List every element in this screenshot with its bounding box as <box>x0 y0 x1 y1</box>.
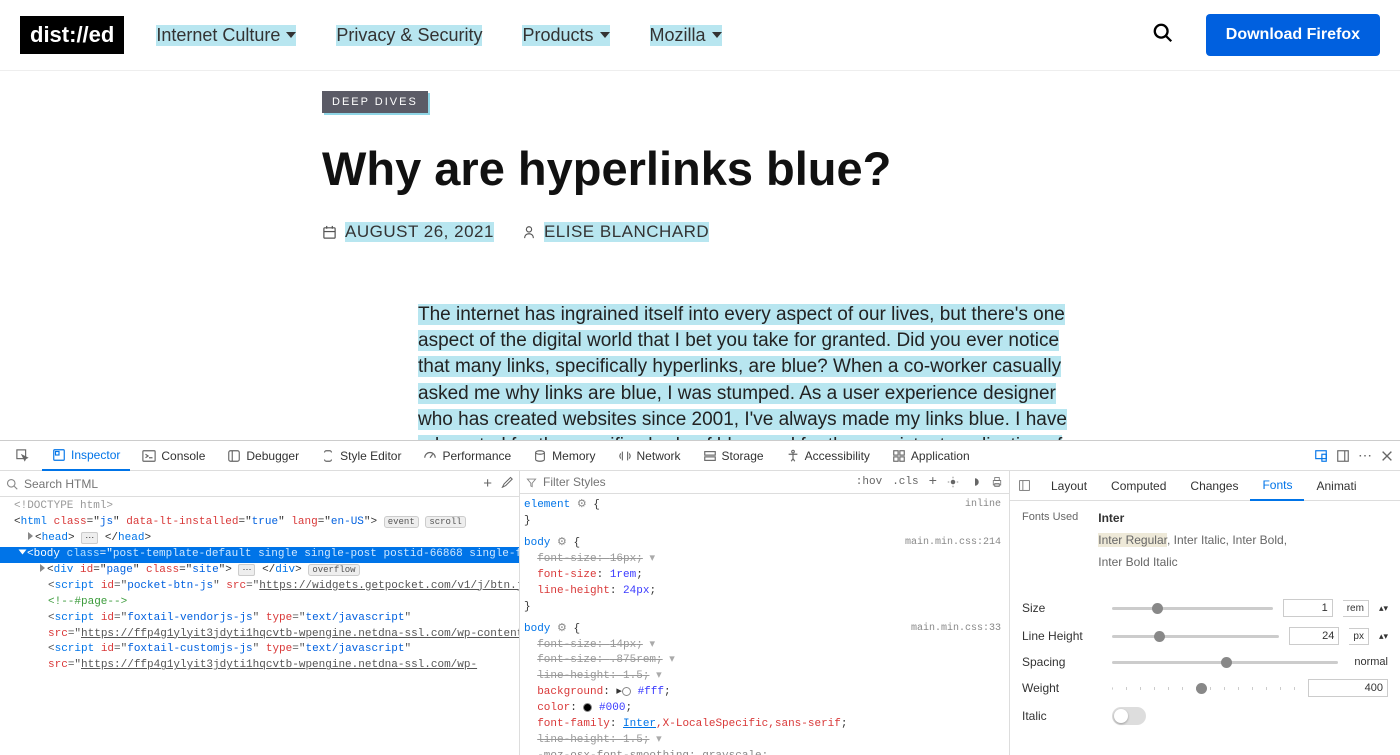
article: DEEP DIVES Why are hyperlinks blue? AUGU… <box>0 71 1400 459</box>
tab-style-editor[interactable]: Style Editor <box>311 441 411 471</box>
tab-accessibility[interactable]: Accessibility <box>776 441 880 471</box>
tab-console[interactable]: Console <box>132 441 215 471</box>
weight-control[interactable]: Weight400 <box>1022 679 1388 697</box>
line-height-control[interactable]: Line Height24px▴▾ <box>1022 627 1388 645</box>
tab-application[interactable]: Application <box>882 441 980 471</box>
tab-inspector[interactable]: Inspector <box>42 441 130 471</box>
tab-storage[interactable]: Storage <box>693 441 774 471</box>
article-date: AUGUST 26, 2021 <box>322 222 494 242</box>
italic-control[interactable]: Italic <box>1022 707 1388 725</box>
tab-debugger[interactable]: Debugger <box>217 441 309 471</box>
right-panel: Layout Computed Changes Fonts Animati Fo… <box>1010 471 1400 755</box>
nav-products[interactable]: Products <box>522 25 609 46</box>
print-icon[interactable] <box>991 476 1003 488</box>
font-variants: , Inter Italic, Inter Bold, <box>1167 533 1287 547</box>
html-panel: + <!DOCTYPE html> <html class="js" data-… <box>0 471 520 755</box>
article-title: Why are hyperlinks blue? <box>322 141 1080 196</box>
add-element-icon[interactable]: + <box>483 475 492 492</box>
italic-toggle[interactable] <box>1112 707 1146 725</box>
hov-toggle[interactable]: :hov <box>856 476 882 488</box>
devtools-toolbar: Inspector Console Debugger Style Editor … <box>0 441 1400 471</box>
download-firefox-button[interactable]: Download Firefox <box>1206 14 1380 56</box>
dark-mode-icon[interactable] <box>969 476 981 488</box>
font-size-control[interactable]: Size1rem▴▾ <box>1022 599 1388 617</box>
element-picker-icon[interactable] <box>6 441 40 471</box>
rtab-animations[interactable]: Animati <box>1304 471 1368 501</box>
article-meta: AUGUST 26, 2021 ELISE BLANCHARD <box>322 222 1080 242</box>
chevron-down-icon <box>712 32 722 38</box>
filter-icon <box>526 477 537 488</box>
cls-toggle[interactable]: .cls <box>892 476 918 488</box>
nav-mozilla[interactable]: Mozilla <box>650 25 722 46</box>
tab-network[interactable]: Network <box>608 441 691 471</box>
search-icon <box>6 478 18 490</box>
chevron-down-icon <box>600 32 610 38</box>
search-icon[interactable] <box>1152 22 1174 49</box>
devtools-panel: Inspector Console Debugger Style Editor … <box>0 440 1400 754</box>
tab-memory[interactable]: Memory <box>523 441 605 471</box>
selected-node: <body class="post-template-default singl… <box>0 547 519 563</box>
layout-panel-icon[interactable] <box>1018 479 1031 492</box>
styles-panel: :hov .cls + inlineelement ⚙ {} main.min.… <box>520 471 1010 755</box>
font-variants-2: Inter Bold Italic <box>1098 555 1287 569</box>
category-tag[interactable]: DEEP DIVES <box>322 91 428 113</box>
responsive-mode-icon[interactable] <box>1314 449 1328 463</box>
dock-icon[interactable] <box>1336 449 1350 463</box>
add-rule-icon[interactable]: + <box>929 474 937 490</box>
eyedropper-icon[interactable] <box>500 475 513 488</box>
close-icon[interactable] <box>1380 449 1394 463</box>
font-family-name: Inter <box>1098 511 1287 525</box>
rtab-changes[interactable]: Changes <box>1178 471 1250 501</box>
calendar-icon <box>322 225 337 240</box>
rtab-fonts[interactable]: Fonts <box>1250 471 1304 501</box>
nav-privacy-security[interactable]: Privacy & Security <box>336 25 482 46</box>
site-logo[interactable]: dist://ed <box>20 16 124 54</box>
html-search-bar: + <box>0 471 519 497</box>
html-search-input[interactable] <box>24 477 477 491</box>
light-mode-icon[interactable] <box>947 476 959 488</box>
nav-internet-culture[interactable]: Internet Culture <box>156 25 296 46</box>
site-header: dist://ed Internet Culture Privacy & Sec… <box>0 0 1400 71</box>
main-nav: Internet Culture Privacy & Security Prod… <box>156 25 721 46</box>
article-author[interactable]: ELISE BLANCHARD <box>522 222 709 242</box>
person-icon <box>522 225 536 239</box>
filter-styles-input[interactable] <box>543 475 850 489</box>
rtab-computed[interactable]: Computed <box>1099 471 1178 501</box>
css-rules[interactable]: inlineelement ⚙ {} main.min.css:214body … <box>520 494 1009 755</box>
more-options-icon[interactable]: ⋯ <box>1358 447 1372 464</box>
dom-tree[interactable]: <!DOCTYPE html> <html class="js" data-lt… <box>0 497 519 676</box>
rtab-layout[interactable]: Layout <box>1039 471 1099 501</box>
spacing-control[interactable]: Spacingnormal <box>1022 655 1388 669</box>
chevron-down-icon <box>286 32 296 38</box>
tab-performance[interactable]: Performance <box>413 441 521 471</box>
article-body: The internet has ingrained itself into e… <box>322 302 1080 459</box>
fonts-used-label: Fonts Used <box>1022 511 1078 569</box>
